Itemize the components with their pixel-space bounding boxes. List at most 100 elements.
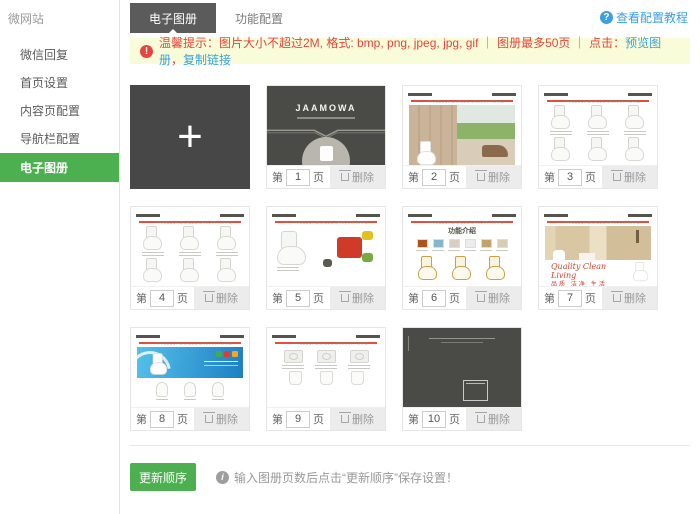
tab-album[interactable]: 电子图册 — [130, 3, 216, 33]
squat-pan-row — [267, 350, 385, 369]
copy-link-link[interactable]: 复制链接 — [183, 53, 231, 67]
caption-lines — [179, 252, 201, 256]
delete-page-button[interactable]: 删除 — [194, 287, 249, 309]
notice-text-main: 温馨提示：图片大小不超过2M, 格式: bmp, png, jpeg, jpg,… — [159, 36, 625, 50]
urinal-graphic — [212, 382, 224, 397]
album-page-8: PRODUCT CATALOG SANITARY WARE — [130, 327, 250, 431]
caption-lines — [416, 250, 428, 253]
toilet-product-grid — [131, 223, 249, 284]
delete-label: 删除 — [352, 411, 374, 427]
toilet-graphic — [277, 231, 309, 265]
album-page-2: PRODUCT CATALOG SANITARY WARE — [402, 85, 522, 189]
catalog-header-text: PRODUCT CATALOG SANITARY WARE — [158, 221, 232, 226]
page-number-group: 第 页 — [539, 287, 602, 309]
page-2-thumbnail[interactable]: PRODUCT CATALOG SANITARY WARE — [403, 86, 521, 165]
album-page-3: PRODUCT CATALOG SANITARY WARE 第 — [538, 85, 658, 189]
notice-bar: ! 温馨提示：图片大小不超过2M, 格式: bmp, png, jpeg, jp… — [130, 38, 690, 64]
album-pages-grid: + JAAMOWA 第 页 — [130, 85, 690, 431]
page-number-input[interactable] — [558, 169, 582, 186]
trash-icon — [205, 294, 213, 302]
page-suffix-label: 页 — [313, 169, 324, 185]
album-page-1: JAAMOWA 第 页 删除 — [266, 85, 386, 189]
plant-graphic — [636, 230, 639, 243]
urinal-graphic — [184, 382, 196, 397]
trash-icon — [341, 294, 349, 302]
page-9-thumbnail[interactable]: PRODUCT CATALOG SANITARY WARE — [267, 328, 385, 407]
page-prefix-label: 第 — [544, 290, 555, 306]
feature-section-title: 功能介绍 — [403, 226, 521, 236]
sidebar-title: 微网站 — [0, 0, 119, 41]
page-number-group: 第 页 — [131, 408, 194, 430]
page-number-input[interactable] — [422, 411, 446, 428]
tab-album-label: 电子图册 — [149, 12, 197, 26]
delete-page-button[interactable]: 删除 — [602, 287, 657, 309]
delete-page-button[interactable]: 删除 — [330, 408, 385, 430]
album-page-9: PRODUCT CATALOG SANITARY WARE — [266, 327, 386, 431]
delete-page-button[interactable]: 删除 — [194, 408, 249, 430]
sky — [457, 105, 515, 123]
album-page-4: PRODUCT CATALOG SANITARY WARE 第 — [130, 206, 250, 310]
page-number-input[interactable] — [286, 411, 310, 428]
caption-lines — [550, 131, 572, 135]
product-cell — [137, 226, 169, 256]
page-5-thumbnail[interactable]: PRODUCT CATALOG SANITARY WARE — [267, 207, 385, 286]
page-7-thumbnail[interactable]: PRODUCT CATALOG SANITARY WARE Quality Cl… — [539, 207, 657, 286]
feature-image — [449, 239, 460, 248]
album-page-7: PRODUCT CATALOG SANITARY WARE Quality Cl… — [538, 206, 658, 310]
caption-lines — [142, 252, 164, 256]
page-number-group: 第 页 — [403, 287, 466, 309]
page-1-thumbnail[interactable]: JAAMOWA — [267, 86, 385, 165]
squat-pan-graphic — [350, 350, 369, 363]
page-3-thumbnail[interactable]: PRODUCT CATALOG SANITARY WARE — [539, 86, 657, 165]
update-order-button[interactable]: 更新顺序 — [130, 463, 196, 491]
page-10-thumbnail[interactable] — [403, 328, 521, 407]
sidebar-item-album[interactable]: 电子图册 — [0, 153, 119, 182]
help-link-label: 查看配置教程 — [616, 9, 688, 26]
main-content: 电子图册 功能配置 ? 查看配置教程 ! 温馨提示：图片大小不超过2M, 格式:… — [120, 0, 700, 514]
delete-page-button[interactable]: 删除 — [466, 166, 521, 188]
trash-icon — [477, 173, 485, 181]
page-number-input[interactable] — [422, 290, 446, 307]
toilet-graphic — [625, 137, 645, 161]
delete-page-button[interactable]: 删除 — [466, 287, 521, 309]
album-page-10: 第 页 删除 — [402, 327, 522, 431]
trash-icon — [477, 294, 485, 302]
catalog-header-text: PRODUCT CATALOG SANITARY WARE — [566, 221, 640, 226]
page-number-input[interactable] — [286, 290, 310, 307]
page-4-thumbnail[interactable]: PRODUCT CATALOG SANITARY WARE — [131, 207, 249, 286]
gold-toilet-graphic — [486, 256, 506, 280]
toilet-graphic — [588, 137, 608, 161]
product-cell — [174, 258, 206, 282]
pedestal-graphic — [289, 371, 302, 385]
page-8-thumbnail[interactable]: PRODUCT CATALOG SANITARY WARE — [131, 328, 249, 407]
page-suffix-label: 页 — [585, 169, 596, 185]
delete-label: 删除 — [488, 169, 510, 185]
sidebar-item-wechat-reply[interactable]: 微信回复 — [0, 41, 119, 68]
catalog-header: PRODUCT CATALOG SANITARY WARE — [131, 332, 249, 340]
page-number-input[interactable] — [286, 169, 310, 186]
blue-splash-banner — [137, 347, 243, 378]
page-6-thumbnail[interactable]: PRODUCT CATALOG SANITARY WARE 功能介绍 — [403, 207, 521, 286]
page-number-input[interactable] — [150, 290, 174, 307]
catalog-header: PRODUCT CATALOG SANITARY WARE — [131, 211, 249, 219]
sidebar-item-navbar-config[interactable]: 导航栏配置 — [0, 125, 119, 152]
view-config-tutorial-link[interactable]: ? 查看配置教程 — [600, 9, 688, 26]
delete-page-button[interactable]: 删除 — [602, 166, 657, 188]
kids-toilets-cluster — [323, 231, 375, 271]
cover-photo-detail — [320, 146, 333, 161]
catalog-header-text: PRODUCT CATALOG SANITARY WARE — [430, 100, 504, 105]
page-suffix-label: 页 — [313, 290, 324, 306]
tab-features[interactable]: 功能配置 — [216, 3, 302, 33]
page-number-input[interactable] — [150, 411, 174, 428]
delete-page-button[interactable]: 删除 — [330, 287, 385, 309]
delete-page-button[interactable]: 删除 — [330, 166, 385, 188]
delete-page-button[interactable]: 删除 — [466, 408, 521, 430]
page-number-input[interactable] — [422, 169, 446, 186]
page-number-input[interactable] — [558, 290, 582, 307]
sidebar-item-content-page-config[interactable]: 内容页配置 — [0, 97, 119, 124]
feature-cell — [432, 239, 444, 253]
product-cell — [619, 137, 651, 161]
add-page-tile[interactable]: + — [130, 85, 250, 189]
sidebar-item-home-settings[interactable]: 首页设置 — [0, 69, 119, 96]
page-prefix-label: 第 — [272, 169, 283, 185]
